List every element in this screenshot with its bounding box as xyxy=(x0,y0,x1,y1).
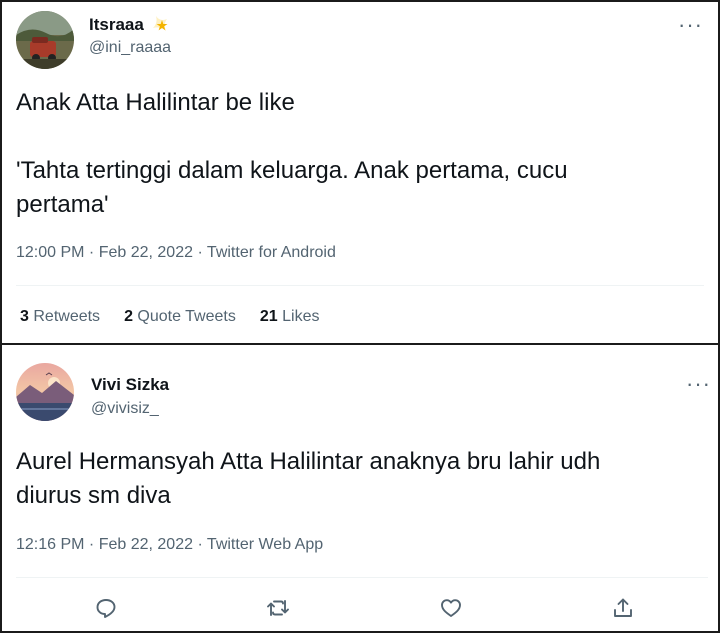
avatar[interactable] xyxy=(16,363,74,421)
likes-stat[interactable]: 21 Likes xyxy=(260,308,320,326)
retweets-stat[interactable]: 3 Retweets xyxy=(20,308,100,326)
more-options-button[interactable]: ··· xyxy=(678,14,703,36)
tweet-timestamp-source[interactable]: 12:16 PM · Feb 22, 2022 · Twitter Web Ap… xyxy=(16,536,323,554)
display-name[interactable]: Itsraaa xyxy=(89,14,170,35)
avatar[interactable] xyxy=(16,11,74,69)
tweet-card: Vivi Sizka @vivisiz_ ··· Aurel Hermansya… xyxy=(0,343,720,633)
tweet-text-line: diurus sm diva xyxy=(16,482,171,509)
share-button[interactable] xyxy=(609,594,637,622)
reply-button[interactable] xyxy=(92,594,120,622)
heart-icon xyxy=(441,599,461,617)
tweet-text-line: Aurel Hermansyah Atta Halilintar anaknya… xyxy=(16,448,601,475)
reply-icon xyxy=(96,599,116,618)
divider xyxy=(16,577,708,578)
quote-tweets-stat[interactable]: 2 Quote Tweets xyxy=(124,308,236,326)
like-button[interactable] xyxy=(437,594,465,622)
retweet-button[interactable] xyxy=(264,594,292,622)
sparkle-star-icon xyxy=(152,16,168,31)
tweet-text-line: Anak Atta Halilintar be like xyxy=(16,89,295,116)
tweet-text: Aurel Hermansyah Atta Halilintar anaknya… xyxy=(16,445,712,513)
tweet-stats: 3 Retweets 2 Quote Tweets 21 Likes xyxy=(20,308,319,326)
divider xyxy=(16,285,704,286)
tweet-text-line xyxy=(16,120,706,154)
avatar-image-icon xyxy=(16,363,74,421)
tweet-card: Itsraaa @ini_raaaa ··· Anak Atta Halilin… xyxy=(0,0,720,345)
share-icon xyxy=(614,598,632,617)
more-options-button[interactable]: ··· xyxy=(686,373,711,395)
display-name[interactable]: Vivi Sizka xyxy=(91,375,169,395)
avatar-image-icon xyxy=(16,11,74,69)
retweet-icon xyxy=(267,600,289,616)
tweet-text-line: pertama' xyxy=(16,191,109,218)
tweet-timestamp-source[interactable]: 12:00 PM · Feb 22, 2022 · Twitter for An… xyxy=(16,244,336,262)
tweet-text-line: 'Tahta tertinggi dalam keluarga. Anak pe… xyxy=(16,157,568,184)
tweet-text: Anak Atta Halilintar be like 'Tahta tert… xyxy=(16,86,706,222)
handle[interactable]: @ini_raaaa xyxy=(89,39,171,57)
handle[interactable]: @vivisiz_ xyxy=(91,400,159,418)
